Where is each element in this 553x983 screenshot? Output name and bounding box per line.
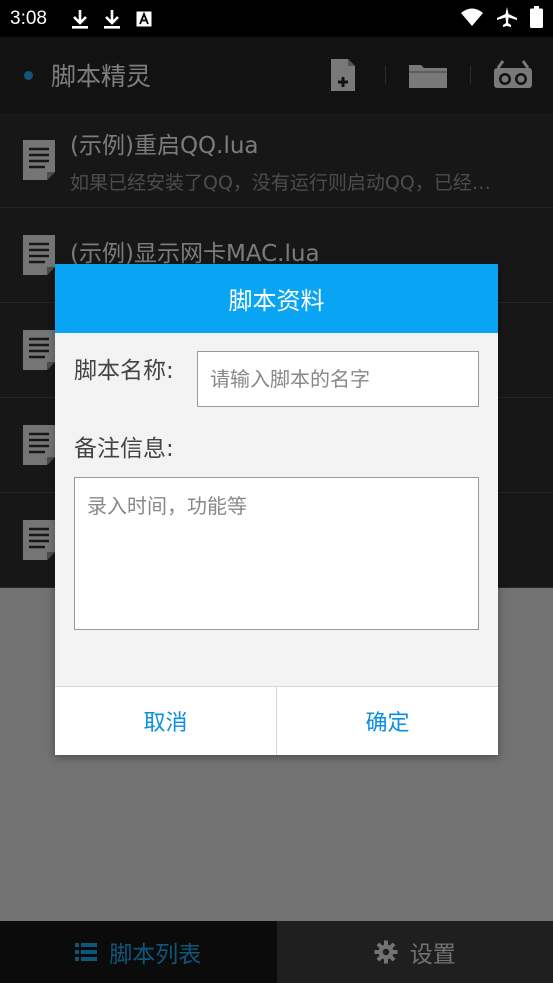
battery-icon (530, 5, 543, 32)
script-name-input[interactable] (197, 351, 479, 407)
status-time: 3:08 (10, 7, 47, 29)
download-icon (101, 8, 123, 30)
script-info-dialog: 脚本资料 脚本名称: 备注信息: 取消 确定 (55, 264, 498, 755)
cancel-button[interactable]: 取消 (55, 687, 276, 755)
dialog-title: 脚本资料 (55, 264, 498, 333)
status-bar: 3:08 (0, 0, 553, 37)
airplane-icon (496, 6, 518, 32)
font-a-icon (133, 8, 155, 30)
dialog-buttons: 取消 确定 (55, 686, 498, 755)
note-label: 备注信息: (74, 436, 174, 462)
wifi-icon (460, 7, 484, 31)
download-icon (69, 8, 91, 30)
note-textarea[interactable] (74, 477, 479, 630)
confirm-button[interactable]: 确定 (276, 687, 498, 755)
script-name-label: 脚本名称: (74, 358, 174, 384)
